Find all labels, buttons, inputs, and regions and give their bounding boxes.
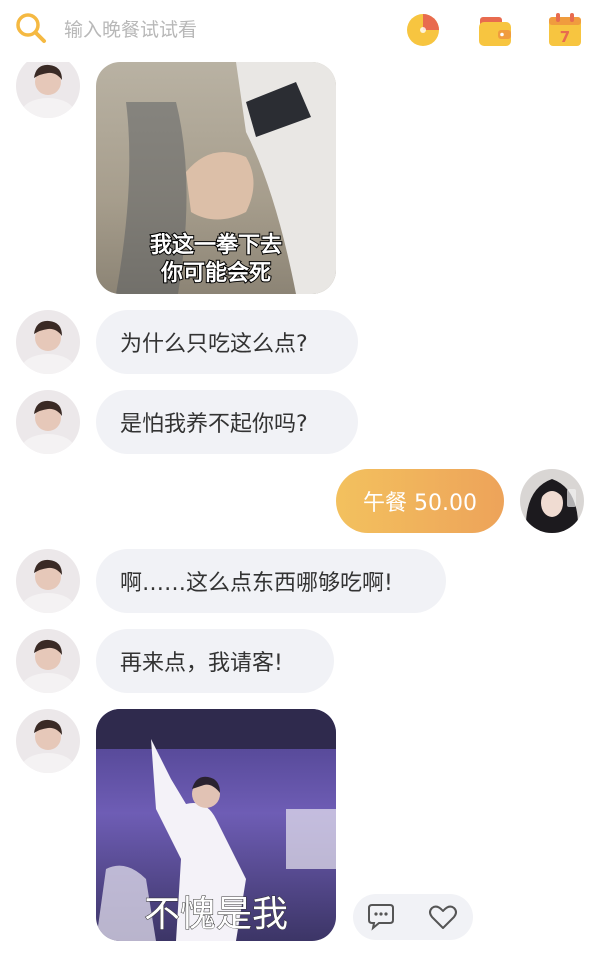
message-bubble[interactable]: 为什么只吃这么点? [96,310,358,374]
avatar[interactable] [16,549,80,613]
caption-line: 我这一拳下去 [149,232,283,259]
message-actions [353,894,473,940]
avatar[interactable] [16,709,80,773]
message-bubble[interactable]: 是怕我养不起你吗? [96,390,358,454]
avatar[interactable] [16,629,80,693]
avatar[interactable] [16,54,80,118]
comment-icon[interactable] [365,901,397,933]
search-icon[interactable] [14,11,48,45]
heart-icon[interactable] [427,901,459,933]
caption-line: 你可能会死 [160,260,272,287]
calendar-icon[interactable]: 7 [546,11,584,49]
image-message[interactable]: 我这一拳下去 你可能会死 [96,62,336,294]
image-message[interactable]: 不愧是我 [96,709,336,941]
pie-chart-icon[interactable] [404,11,442,49]
caption-line: 不愧是我 [143,894,288,935]
self-avatar[interactable] [520,469,584,533]
avatar[interactable] [16,390,80,454]
message-bubble[interactable]: 再来点，我请客! [96,629,334,693]
wallet-icon[interactable] [476,11,514,49]
header: 7 [0,0,600,62]
message-bubble[interactable]: 啊……这么点东西哪够吃啊! [96,549,446,613]
avatar[interactable] [16,310,80,374]
calendar-day: 7 [560,28,570,46]
payment-bubble[interactable]: 午餐 50.00 [336,469,504,533]
search-input[interactable] [62,14,366,46]
